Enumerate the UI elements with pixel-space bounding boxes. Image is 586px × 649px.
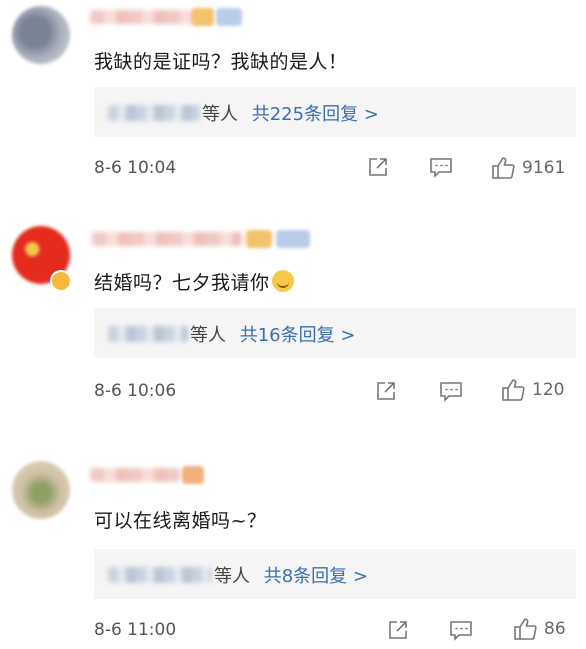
username[interactable]	[90, 468, 180, 482]
comment-item: 可以在线离婚吗~？ 等人 共8条回复 > 8-6 11:00 86	[0, 0, 586, 649]
reply-preview[interactable]: 等人 共8条回复 >	[94, 549, 576, 599]
comment-text: 可以在线离婚吗~？	[94, 510, 267, 532]
reply-count-link[interactable]: 共8条回复 >	[264, 566, 368, 587]
comment-button[interactable]	[448, 618, 474, 642]
share-icon	[389, 621, 407, 639]
comment-icon	[450, 621, 472, 641]
reply-usernames	[108, 567, 212, 583]
level-badge	[182, 466, 204, 484]
avatar[interactable]	[12, 461, 70, 519]
reply-suffix: 等人	[214, 566, 250, 587]
comment-time: 8-6 11:00	[94, 620, 177, 640]
like-button[interactable]: 86	[512, 616, 566, 642]
like-count: 86	[544, 619, 566, 639]
thumbs-up-icon	[514, 618, 537, 640]
share-button[interactable]	[386, 618, 410, 642]
